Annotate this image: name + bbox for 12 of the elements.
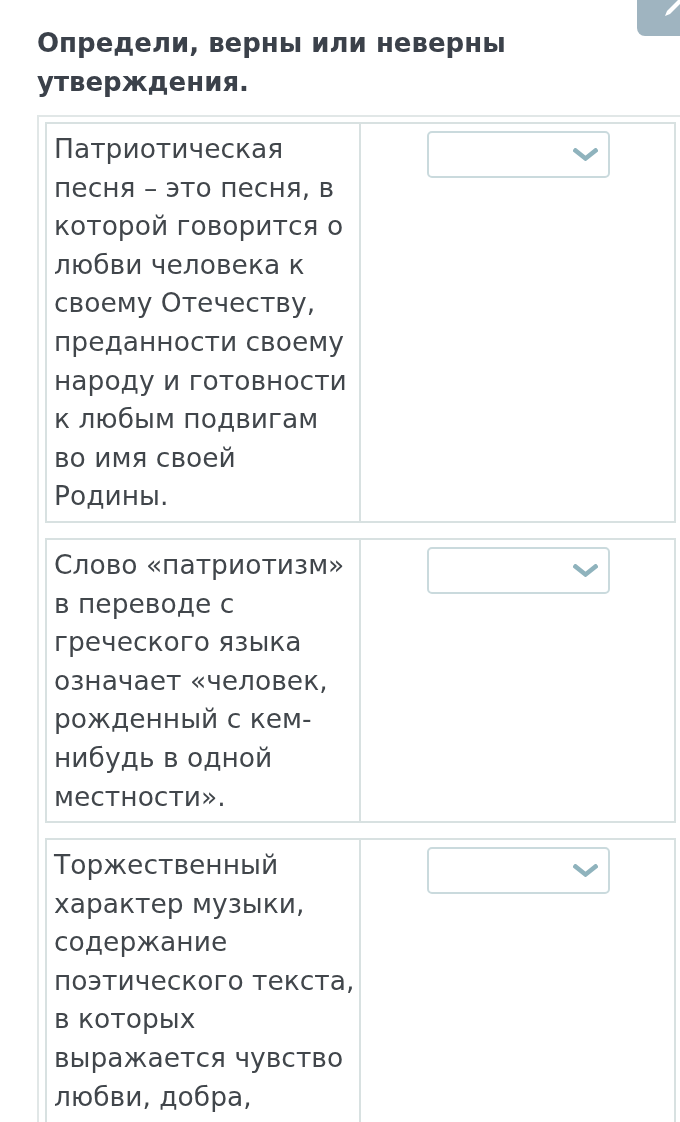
statement-text: Слово «патриотизм» в переводе с греческого языка означает «человек, рожденный с кем-нибудь в одной местности».: [54, 547, 346, 814]
answer-dropdown[interactable]: [427, 546, 610, 594]
answer-dropdown[interactable]: [427, 131, 610, 178]
statement-text: Патриотическая песня – это песня, в которой говорится о любви человека к своему Отечеству, преданности своему народу и готовности к любым подвигам во имя своей Родины.: [54, 132, 348, 514]
task-title: Определи, верны или неверны утверждения.: [37, 27, 507, 99]
statement-text: Торжественный характер музыки, содержание поэтического текста, в которых выражается чувство любви, добра,: [54, 848, 356, 1114]
edit-button[interactable]: [637, 0, 680, 36]
chevron-down-icon: [573, 563, 598, 577]
answer-dropdown[interactable]: [427, 847, 610, 895]
chevron-down-icon: [573, 864, 598, 878]
pencil-icon: [664, 0, 680, 17]
chevron-down-icon: [573, 148, 598, 161]
